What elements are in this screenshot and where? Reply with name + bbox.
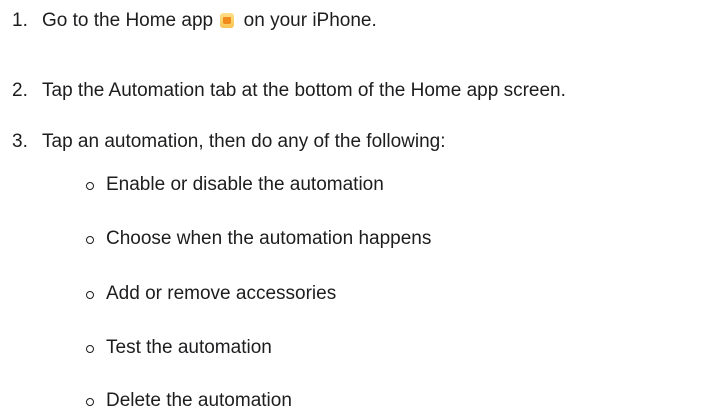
- sub-step-text: Delete the automation: [106, 390, 292, 411]
- step-text-after-icon: on your iPhone.: [243, 10, 377, 31]
- sub-step-text: Choose when the automation happens: [106, 228, 432, 249]
- sub-step-item: Enable or disable the automation: [86, 174, 384, 196]
- bullet-icon: [86, 182, 94, 190]
- sub-step-text: Test the automation: [106, 337, 272, 358]
- bullet-icon: [86, 291, 94, 299]
- home-app-icon: [220, 13, 235, 28]
- bullet-icon: [86, 398, 94, 406]
- sub-step-text: Add or remove accessories: [106, 283, 337, 304]
- step-1: 1. Go to the Home app on your iPhone.: [0, 10, 713, 32]
- step-number: 1.: [12, 10, 28, 31]
- sub-step-text: Enable or disable the automation: [106, 174, 384, 195]
- step-number: 3.: [12, 131, 28, 152]
- step-text: Go to the Home app on your iPhone.: [42, 10, 377, 31]
- sub-step-item: Test the automation: [86, 337, 272, 359]
- sub-step-item: Choose when the automation happens: [86, 228, 431, 250]
- step-text: Tap the Automation tab at the bottom of …: [42, 80, 566, 101]
- sub-step-item: Add or remove accessories: [86, 283, 336, 305]
- step-text: Tap an automation, then do any of the fo…: [42, 131, 446, 152]
- bullet-icon: [86, 236, 94, 244]
- bullet-icon: [86, 345, 94, 353]
- step-number: 2.: [12, 80, 28, 101]
- step-2: 2. Tap the Automation tab at the bottom …: [0, 80, 713, 102]
- step-text-before-icon: Go to the Home app: [42, 10, 214, 31]
- step-3: 3. Tap an automation, then do any of the…: [0, 131, 713, 153]
